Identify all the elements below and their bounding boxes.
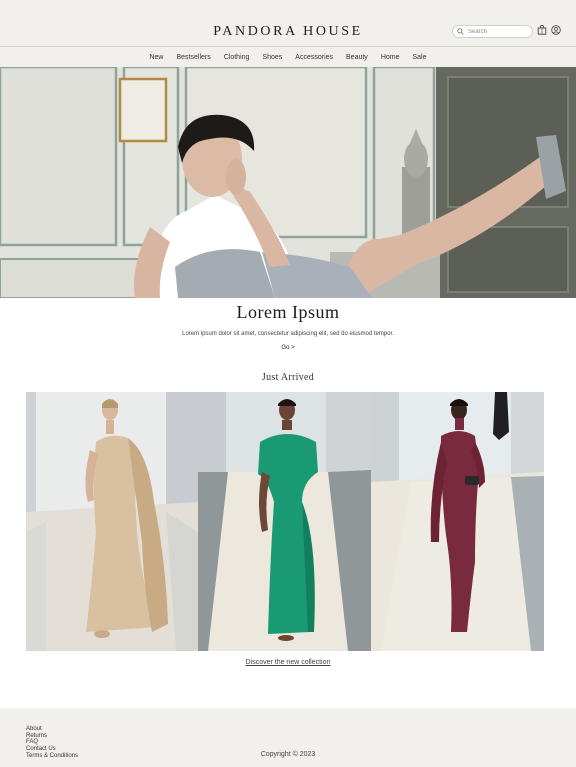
user-icon[interactable] — [551, 25, 561, 35]
nav-item-clothing[interactable]: Clothing — [224, 54, 250, 61]
discover-collection-link[interactable]: Discover the new collection — [246, 659, 331, 666]
product-card-green-dress[interactable] — [198, 392, 371, 651]
footer-link-returns[interactable]: Returns — [26, 733, 78, 740]
hero-image[interactable] — [0, 67, 576, 298]
discover-collection-row: Discover the new collection — [0, 659, 576, 666]
nav-item-home[interactable]: Home — [381, 54, 400, 61]
nav-item-accessories[interactable]: Accessories — [295, 54, 333, 61]
shopping-bag-icon[interactable] — [537, 25, 547, 35]
nav-item-beauty[interactable]: Beauty — [346, 54, 368, 61]
hero-go-link[interactable]: Go > — [281, 345, 294, 351]
footer-link-about[interactable]: About — [26, 726, 78, 733]
hero-description: Lorem ipsum dolor sit amet, consectetur … — [182, 331, 394, 337]
nav-item-shoes[interactable]: Shoes — [262, 54, 282, 61]
hero-cta: Go > — [0, 345, 576, 351]
hero-title: Lorem Ipsum — [236, 302, 340, 322]
search-input[interactable] — [468, 26, 528, 37]
nav-item-sale[interactable]: Sale — [413, 54, 427, 61]
product-card-burgundy-dress[interactable] — [371, 392, 544, 651]
footer-link-faq[interactable]: FAQ — [26, 739, 78, 746]
just-arrived-title: Just Arrived — [261, 372, 315, 383]
nav-item-bestsellers[interactable]: Bestsellers — [177, 54, 211, 61]
search-icon — [457, 28, 464, 35]
new-arrivals-gallery — [26, 392, 544, 651]
search-box[interactable] — [452, 25, 533, 38]
site-footer: About Returns FAQ Contact Us Terms & Con… — [0, 708, 576, 767]
copyright-text: Copyright © 2023 — [260, 751, 316, 758]
main-nav: New Bestsellers Clothing Shoes Accessori… — [0, 46, 576, 67]
product-card-beige-gown[interactable] — [26, 392, 198, 651]
site-header: PANDORA HOUSE — [0, 0, 576, 46]
nav-item-new[interactable]: New — [149, 54, 163, 61]
